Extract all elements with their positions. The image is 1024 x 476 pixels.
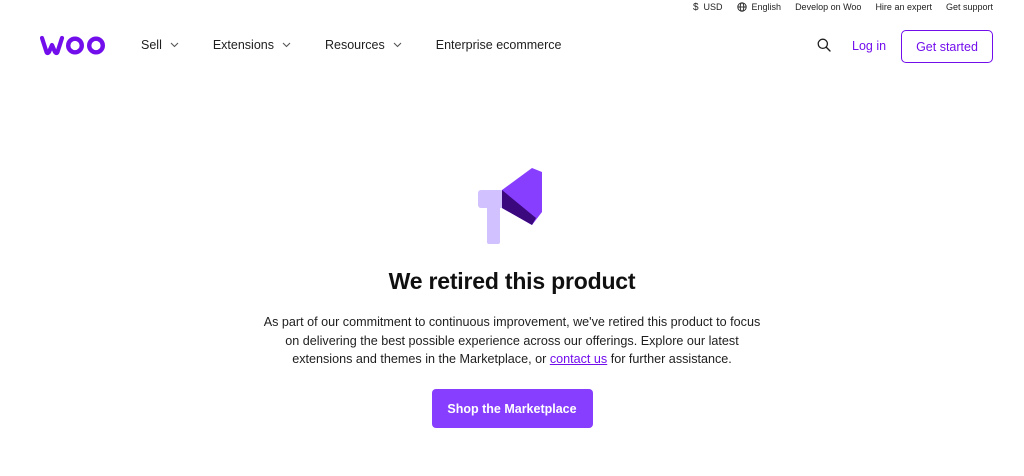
nav-extensions-label: Extensions (212, 38, 274, 52)
globe-icon (736, 2, 747, 12)
nav-enterprise[interactable]: Enterprise ecommerce (436, 38, 562, 52)
shop-marketplace-button[interactable]: Shop the Marketplace (431, 389, 593, 429)
woo-logo[interactable] (39, 34, 108, 61)
nav-resources-label: Resources (325, 38, 385, 52)
nav-enterprise-label: Enterprise ecommerce (435, 38, 562, 52)
chevron-down-icon (170, 42, 179, 48)
chevron-down-icon (282, 42, 291, 48)
get-started-button[interactable]: Get started (901, 30, 993, 63)
main-nav: Sell Extensions Resources Enterprise eco… (0, 16, 1024, 76)
login-link[interactable]: Log in (852, 39, 886, 53)
develop-on-woo-link[interactable]: Develop on Woo (795, 2, 861, 12)
page-title: We retired this product (388, 268, 636, 294)
nav-extensions[interactable]: Extensions (213, 38, 291, 52)
retired-product-section: We retired this product As part of our c… (0, 168, 1024, 429)
retired-description: As part of our commitment to continuous … (262, 313, 762, 369)
dollar-icon: $ (692, 1, 699, 13)
nav-links: Sell Extensions Resources Enterprise eco… (141, 38, 562, 52)
nav-sell-label: Sell (141, 38, 162, 52)
currency-label: USD (703, 2, 723, 12)
currency-selector[interactable]: $ USD (693, 2, 723, 13)
language-selector[interactable]: English (736, 2, 782, 12)
megaphone-icon (478, 168, 542, 244)
search-button[interactable] (817, 38, 831, 57)
get-support-link[interactable]: Get support (946, 2, 993, 12)
nav-sell[interactable]: Sell (141, 38, 179, 52)
search-icon (817, 38, 831, 52)
utility-bar: $ USD English Develop on Woo Hire an exp… (0, 0, 1024, 14)
language-label: English (751, 2, 782, 12)
description-text-end: for further assistance. (607, 352, 732, 367)
chevron-down-icon (393, 42, 402, 48)
hire-expert-link[interactable]: Hire an expert (875, 2, 932, 12)
nav-resources[interactable]: Resources (325, 38, 402, 52)
contact-us-link[interactable]: contact us (550, 352, 607, 366)
